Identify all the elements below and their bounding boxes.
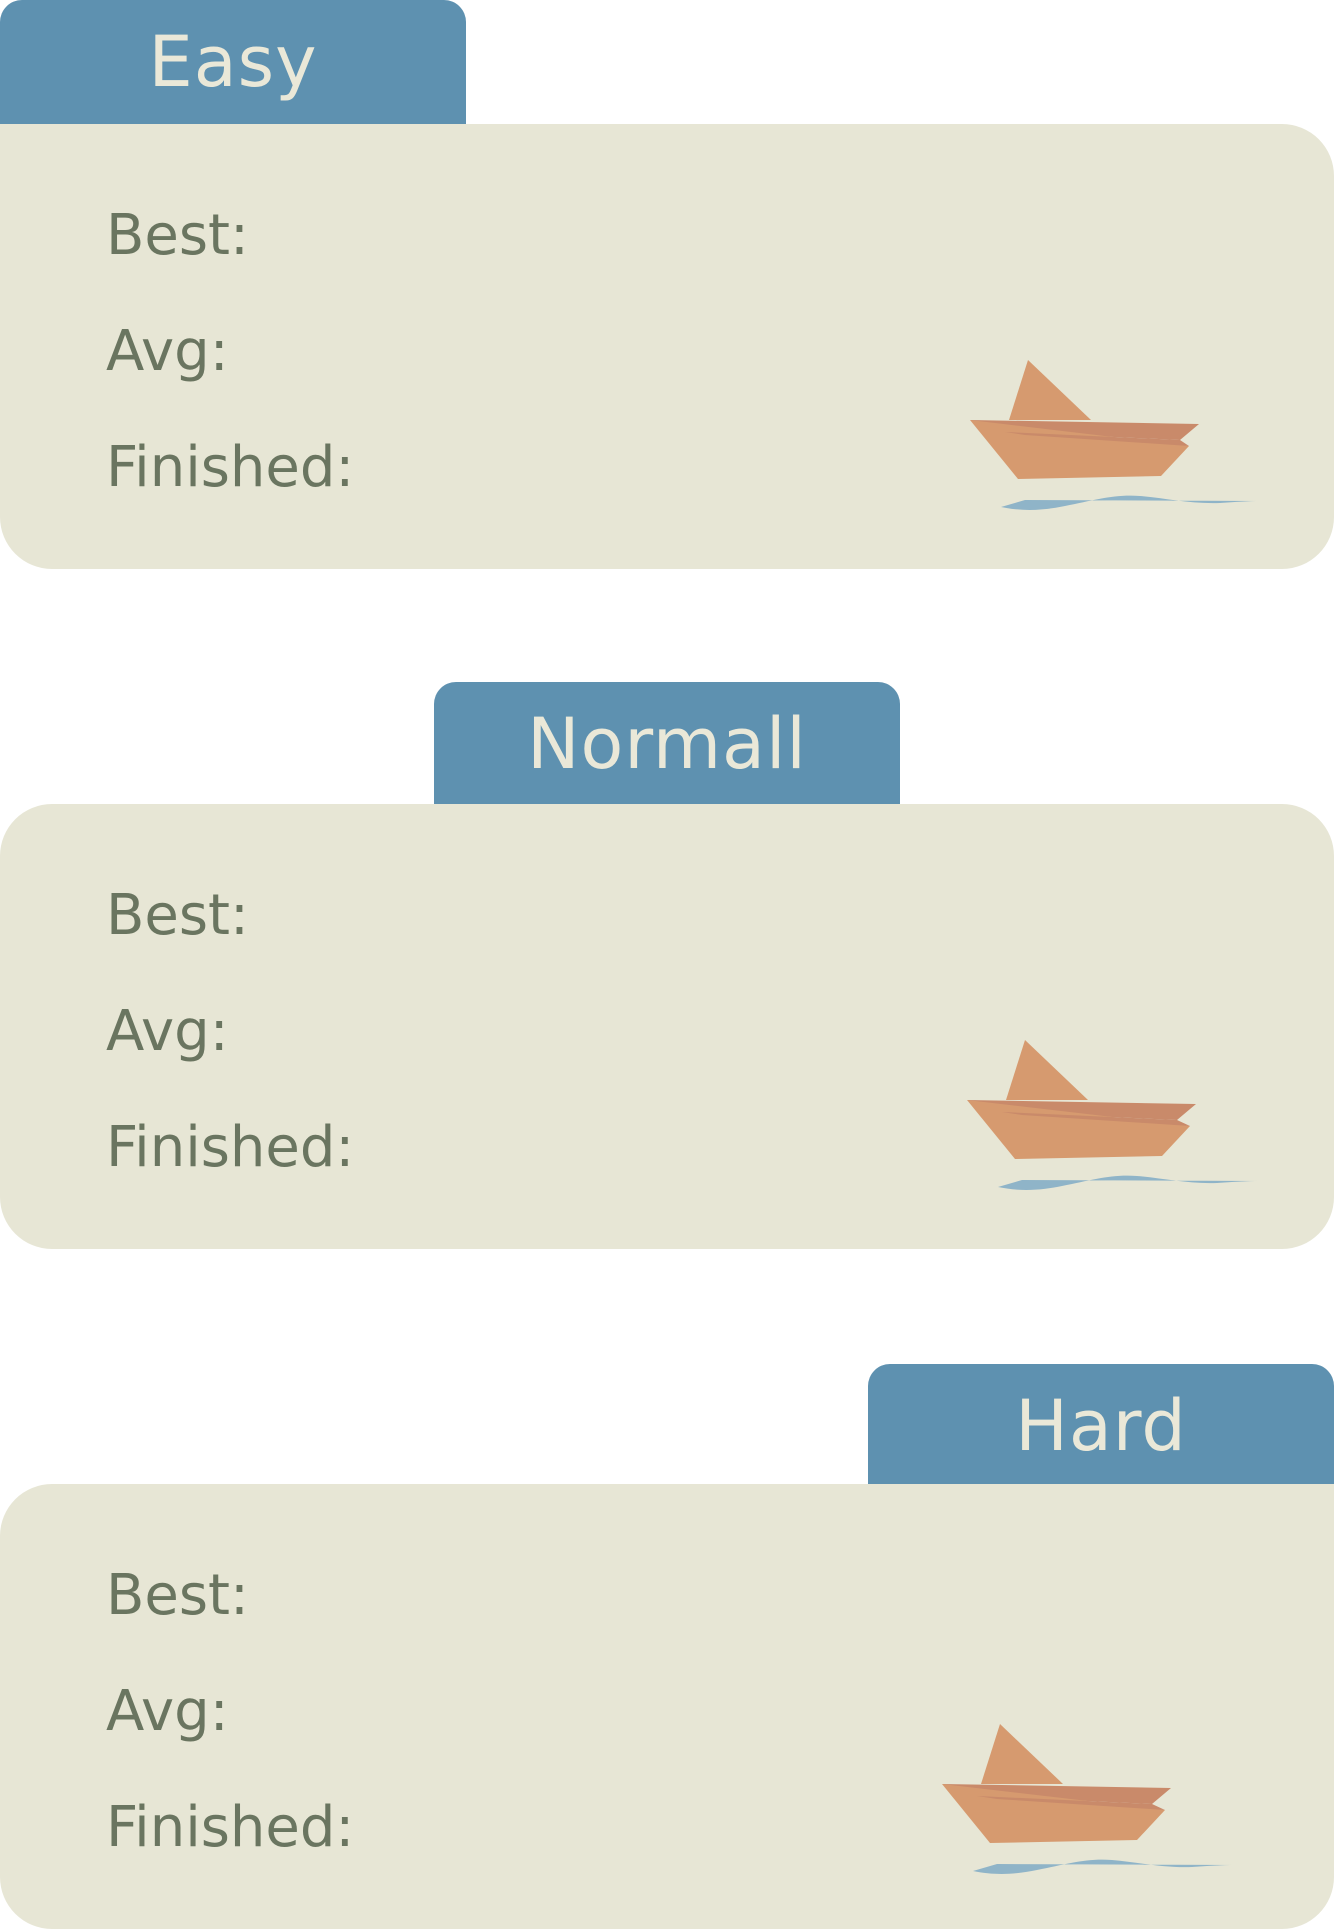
paper-boat-icon (942, 1724, 1235, 1874)
finished-label: Finished: (106, 1795, 355, 1860)
best-label: Best: (106, 203, 249, 268)
paper-boat-icon (970, 360, 1259, 510)
finished-label: Finished: (106, 1115, 355, 1180)
easy-stats-card: Best: Avg: Finished: (0, 124, 1334, 569)
stats-screen: Easy Best: Avg: Finished: Normall Best: … (0, 0, 1334, 1929)
normal-stats-card: Best: Avg: Finished: (0, 804, 1334, 1249)
avg-label: Avg: (106, 1679, 229, 1744)
avg-label: Avg: (106, 999, 229, 1064)
avg-label: Avg: (106, 319, 229, 384)
tab-hard-label: Hard (1015, 1385, 1187, 1467)
hard-stats-card: Best: Avg: Finished: (0, 1484, 1334, 1929)
tab-normal-label: Normall (527, 703, 807, 785)
tab-normal[interactable]: Normall (434, 682, 900, 806)
tab-easy[interactable]: Easy (0, 0, 466, 124)
best-label: Best: (106, 883, 249, 948)
best-label: Best: (106, 1563, 249, 1628)
tab-hard[interactable]: Hard (868, 1364, 1334, 1488)
finished-label: Finished: (106, 435, 355, 500)
paper-boat-icon (967, 1040, 1260, 1190)
tab-easy-label: Easy (148, 21, 318, 103)
